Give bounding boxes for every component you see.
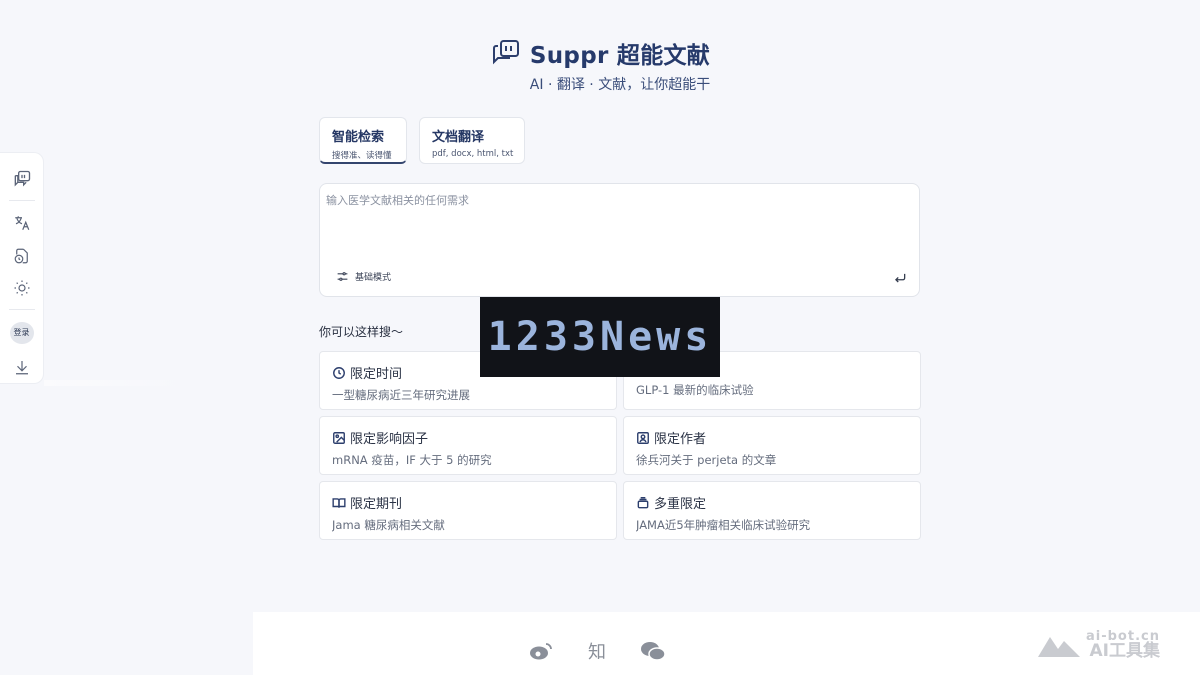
sidebar-divider	[8, 308, 35, 310]
tab-subtitle: 搜得准、读得懂	[332, 151, 392, 161]
suggestion-example: GLP-1 最新的临床试验	[636, 383, 754, 397]
sidebar-divider	[8, 199, 35, 201]
suggestion-card[interactable]: 限定作者 徐兵河关于 perjeta 的文章	[623, 416, 921, 475]
suggestion-card[interactable]: 限定影响因子 mRNA 疫苗，IF 大于 5 的研究	[319, 416, 617, 475]
suggestion-example: mRNA 疫苗，IF 大于 5 的研究	[332, 453, 492, 467]
suggestions-heading: 你可以这样搜～	[319, 325, 404, 339]
banner-text: 1233News	[487, 314, 713, 360]
suggestion-card[interactable]: 限定期刊 Jama 糖尿病相关文献	[319, 481, 617, 540]
tab-document-translation[interactable]: 文档翻译 pdf, docx, html, txt	[419, 117, 525, 164]
brand-header: Suppr 超能文献	[0, 36, 1200, 70]
suggestion-example: 徐兵河关于 perjeta 的文章	[636, 453, 777, 467]
weibo-icon[interactable]	[528, 640, 554, 662]
mode-tabs: 智能检索 搜得准、读得懂 文档翻译 pdf, docx, html, txt	[319, 117, 525, 164]
clock-icon	[332, 366, 346, 380]
brand-tagline: AI · 翻译 · 文献，让你超能干	[529, 77, 711, 93]
page: 登录 Suppr 超能文献 AI · 翻译 · 文献，让你超能干 智能检索 搜得…	[0, 0, 1200, 675]
layers-icon	[636, 496, 650, 510]
watermark-logo-icon	[1038, 637, 1080, 657]
theme-sun-icon[interactable]	[10, 277, 34, 300]
suggestion-title: 多重限定	[654, 497, 707, 512]
search-box: 基础模式	[319, 183, 920, 297]
sliders-icon	[337, 272, 348, 281]
suggestion-example: 一型糖尿病近三年研究进展	[332, 388, 470, 402]
tab-label: 文档翻译	[432, 130, 485, 145]
suggestion-title: 限定期刊	[350, 497, 403, 512]
chat-logo-icon[interactable]	[10, 168, 34, 191]
wechat-icon[interactable]	[640, 640, 666, 662]
watermark-line2: AI工具集	[1089, 641, 1160, 661]
tab-smart-search[interactable]: 智能检索 搜得准、读得懂	[319, 117, 407, 164]
login-avatar-button[interactable]: 登录	[9, 321, 34, 345]
image-icon	[332, 431, 346, 445]
search-input[interactable]	[326, 192, 886, 252]
sidebar-shadow	[44, 380, 184, 386]
suggestion-card[interactable]: 多重限定 JAMA近5年肿瘤相关临床试验研究	[623, 481, 921, 540]
suggestion-title: 限定作者	[654, 432, 707, 447]
tab-subtitle: pdf, docx, html, txt	[432, 149, 514, 159]
download-icon[interactable]	[10, 355, 34, 378]
suggestion-example: Jama 糖尿病相关文献	[332, 518, 445, 532]
watermark: ai-bot.cn AI工具集	[1036, 630, 1160, 660]
suggestion-title: 限定影响因子	[350, 432, 429, 447]
suggestion-example: JAMA近5年肿瘤相关临床试验研究	[636, 518, 811, 532]
left-sidebar: 登录	[0, 152, 44, 384]
person-icon	[636, 431, 650, 445]
book-icon	[332, 496, 346, 510]
social-links: 知	[528, 640, 666, 663]
translate-icon[interactable]	[10, 212, 34, 235]
tab-label: 智能检索	[332, 130, 385, 145]
file-history-icon[interactable]	[10, 244, 34, 267]
search-mode-toggle[interactable]: 基础模式	[336, 270, 391, 283]
news-banner-overlay: 1233News	[480, 297, 720, 377]
enter-submit-icon[interactable]	[893, 271, 907, 285]
suggestion-cards: 限定时间 一型糖尿病近三年研究进展 GLP-1 最新的临床试验 限定影响因子 m…	[319, 351, 921, 540]
zhihu-link[interactable]: 知	[584, 640, 610, 663]
suggestion-title: 限定时间	[350, 367, 403, 382]
search-mode-label: 基础模式	[355, 273, 392, 283]
brand-logo-icon	[490, 37, 522, 69]
brand-title: Suppr 超能文献	[529, 43, 711, 69]
